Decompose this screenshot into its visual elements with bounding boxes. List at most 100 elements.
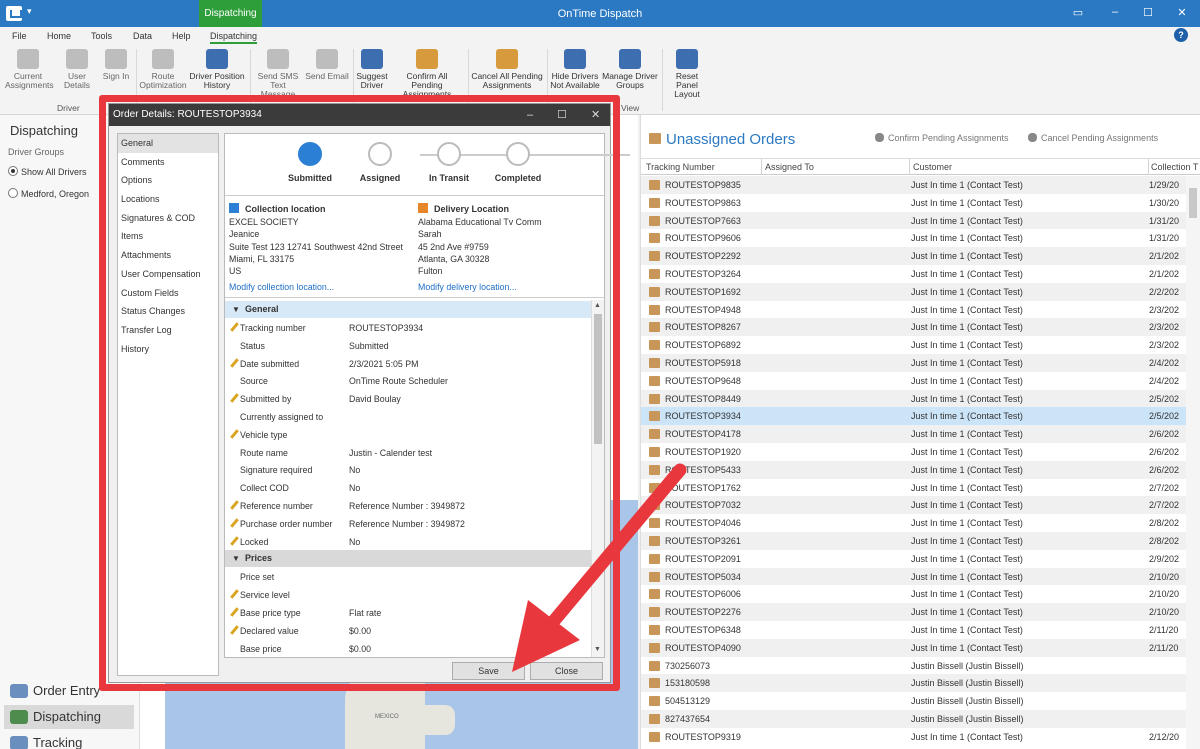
menu-tools[interactable]: Tools	[91, 31, 112, 41]
table-row[interactable]: ROUTESTOP3264 Just In time 1 (Contact Tes…	[641, 265, 1186, 283]
table-row[interactable]: ROUTESTOP1692 Just In time 1 (Contact Tes…	[641, 282, 1186, 301]
menu-dispatching[interactable]: Dispatching	[210, 31, 258, 44]
cell-tracking: ROUTESTOP4948	[665, 304, 741, 315]
cell-tracking: ROUTESTOP8267	[665, 322, 741, 333]
left-pane-title: Dispatching	[10, 123, 78, 138]
table-row[interactable]: ROUTESTOP6348 Just In time 1 (Contact Tes…	[641, 621, 1186, 639]
cell-tracking: ROUTESTOP2292	[665, 251, 741, 262]
table-row[interactable]: ROUTESTOP6006 Just In time 1 (Contact Tes…	[641, 585, 1186, 603]
close-window-icon[interactable]: ✕	[1175, 6, 1189, 19]
ribbon-group-view: View	[621, 103, 640, 113]
menu-help[interactable]: Help	[172, 31, 191, 41]
help-icon[interactable]: ?	[1174, 28, 1188, 42]
cell-tracking: ROUTESTOP2091	[665, 553, 741, 564]
map-label: MEXICO	[375, 714, 399, 720]
table-row[interactable]: ROUTESTOP7032 Just In time 1 (Contact Tes…	[641, 496, 1186, 515]
minimize-icon[interactable]: –	[1108, 6, 1122, 18]
cancel-package-icon	[496, 49, 518, 69]
table-row[interactable]: ROUTESTOP7663 Just In time 1 (Contact Tes…	[641, 211, 1186, 230]
cancel-pending-assignments-button[interactable]: Cancel Pending Assignments	[1028, 133, 1158, 143]
cell-customer: Justin Bissell (Justin Bissell)	[911, 696, 1024, 707]
suggest-driver-button[interactable]: Suggest Driver	[355, 49, 389, 90]
menu-data[interactable]: Data	[133, 31, 152, 41]
package-icon	[649, 429, 660, 440]
maximize-icon[interactable]: ☐	[1141, 6, 1155, 19]
table-row[interactable]: ROUTESTOP2292 Just In time 1 (Contact Tes…	[641, 247, 1186, 265]
table-row[interactable]: ROUTESTOP6892 Just In time 1 (Contact Tes…	[641, 336, 1186, 354]
table-row[interactable]: 827437654 Justin Bissell (Justin Bissell)	[641, 710, 1186, 728]
table-row[interactable]: ROUTESTOP9648 Just In time 1 (Contact Tes…	[641, 372, 1186, 390]
table-row[interactable]: ROUTESTOP1920 Just In time 1 (Contact Tes…	[641, 443, 1186, 461]
reset-layout-icon	[676, 49, 698, 69]
action-label: Cancel Pending Assignments	[1041, 133, 1159, 143]
table-row[interactable]: ROUTESTOP9863 Just In time 1 (Contact Tes…	[641, 194, 1186, 212]
col-collection-time[interactable]: Collection T	[1151, 162, 1198, 172]
column-divider[interactable]	[909, 159, 910, 175]
sign-in-button[interactable]: Sign In	[101, 49, 131, 81]
cell-tracking: ROUTESTOP7032	[665, 500, 741, 511]
hide-drivers-button[interactable]: Hide Drivers Not Available	[549, 49, 601, 90]
column-divider[interactable]	[761, 159, 762, 175]
scrollbar-thumb[interactable]	[1189, 188, 1197, 218]
nav-dispatching[interactable]: Dispatching	[4, 705, 134, 729]
cell-customer: Justin Bissell (Justin Bissell)	[911, 678, 1024, 689]
user-details-button[interactable]: User Details	[54, 49, 100, 90]
reset-panel-layout-button[interactable]: Reset Panel Layout	[664, 49, 710, 99]
table-row[interactable]: ROUTESTOP4948 Just In time 1 (Contact Tes…	[641, 301, 1186, 319]
confirm-all-pending-button[interactable]: Confirm All Pending Assignments	[390, 49, 464, 99]
radio-show-all-drivers[interactable]	[8, 166, 18, 176]
table-row[interactable]: ROUTESTOP3261 Just In time 1 (Contact Tes…	[641, 532, 1186, 550]
cell-tracking: ROUTESTOP6892	[665, 340, 741, 351]
tracking-icon	[10, 736, 28, 749]
radio-medford-oregon[interactable]	[8, 188, 18, 198]
table-row[interactable]: ROUTESTOP4046 Just In time 1 (Contact Tes…	[641, 514, 1186, 532]
cell-tracking: ROUTESTOP6348	[665, 625, 741, 635]
package-icon	[649, 375, 660, 386]
cell-customer: Just In time 1 (Contact Test)	[911, 731, 1023, 742]
table-row[interactable]: ROUTESTOP9319 Just In time 1 (Contact Tes…	[641, 728, 1186, 746]
table-row[interactable]: ROUTESTOP4090 Just In time 1 (Contact Tes…	[641, 638, 1186, 657]
package-icon	[649, 536, 660, 546]
table-row[interactable]: 153180598 Justin Bissell (Justin Bissell)	[641, 674, 1186, 693]
route-optimization-button[interactable]: Route Optimization	[139, 49, 187, 90]
column-divider[interactable]	[1148, 159, 1149, 175]
menu-file[interactable]: File	[12, 31, 27, 41]
table-row[interactable]: ROUTESTOP9835 Just In time 1 (Contact Tes…	[641, 176, 1186, 194]
table-row[interactable]: ROUTESTOP5034 Just In time 1 (Contact Tes…	[641, 567, 1186, 586]
orders-scrollbar[interactable]	[1186, 176, 1200, 749]
cell-tracking: ROUTESTOP5918	[665, 358, 741, 368]
col-assigned-to[interactable]: Assigned To	[765, 162, 814, 172]
order-entry-icon	[10, 684, 28, 698]
table-row[interactable]: ROUTESTOP8267 Just In time 1 (Contact Tes…	[641, 318, 1186, 337]
cell-tracking: ROUTESTOP9835	[665, 180, 741, 190]
send-email-button[interactable]: Send Email	[305, 49, 349, 81]
table-row[interactable]: ROUTESTOP2091 Just In time 1 (Contact Tes…	[641, 550, 1186, 568]
table-row[interactable]: ROUTESTOP1762 Just In time 1 (Contact Tes…	[641, 479, 1186, 497]
col-tracking-number[interactable]: Tracking Number	[646, 162, 715, 172]
table-row[interactable]: 504513129 Justin Bissell (Justin Bissell)	[641, 692, 1186, 710]
table-row[interactable]: ROUTESTOP4178 Just In time 1 (Contact Tes…	[641, 425, 1186, 443]
table-row[interactable]: ROUTESTOP2276 Just In time 1 (Contact Tes…	[641, 603, 1186, 621]
driver-position-history-button[interactable]: Driver Position History	[188, 49, 246, 90]
package-icon	[649, 464, 660, 475]
cancel-all-pending-button[interactable]: Cancel All Pending Assignments	[470, 49, 544, 90]
table-row[interactable]: ROUTESTOP9606 Just In time 1 (Contact Tes…	[641, 229, 1186, 247]
table-row[interactable]: ROUTESTOP5433 Just In time 1 (Contact Tes…	[641, 460, 1186, 479]
table-row[interactable]: ROUTESTOP5918 Just In time 1 (Contact Tes…	[641, 354, 1186, 372]
cell-customer: Just In time 1 (Contact Test)	[911, 536, 1023, 546]
table-row[interactable]: ROUTESTOP8449 Just In time 1 (Contact Tes…	[641, 389, 1186, 408]
current-assignments-button[interactable]: Current Assignments	[5, 49, 54, 90]
cell-collection: 1/31/20	[1149, 233, 1180, 244]
table-row[interactable]: 730256073 Justin Bissell (Justin Bissell)	[641, 657, 1186, 675]
title-bar: ▾ Dispatching OnTime Dispatch ▭ – ☐ ✕	[0, 0, 1200, 27]
cell-collection: 2/11/20	[1149, 642, 1179, 653]
nav-tracking[interactable]: Tracking	[4, 731, 134, 749]
suggest-driver-icon	[361, 49, 383, 69]
confirm-pending-assignments-button[interactable]: Confirm Pending Assignments	[875, 133, 1009, 143]
send-sms-button[interactable]: Send SMS Text Message	[252, 49, 304, 99]
col-customer[interactable]: Customer	[913, 162, 952, 172]
manage-driver-groups-button[interactable]: Manage Driver Groups	[602, 49, 658, 90]
ribbon-display-icon[interactable]: ▭	[1071, 6, 1085, 19]
menu-home[interactable]: Home	[47, 31, 71, 41]
table-row[interactable]: ROUTESTOP3934 Just In time 1 (Contact Tes…	[641, 407, 1186, 426]
